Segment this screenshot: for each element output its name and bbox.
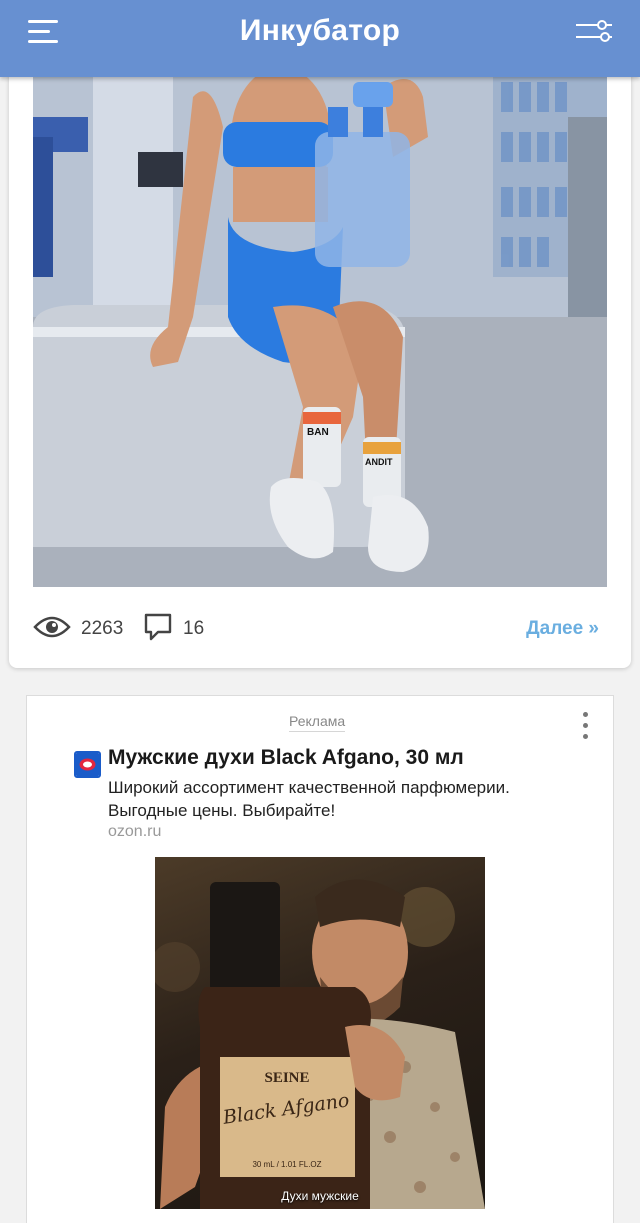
bottle-brand: SEINE bbox=[264, 1070, 309, 1086]
bottle-volume: 30 mL / 1.01 FL.OZ bbox=[252, 1160, 321, 1169]
filter-icon[interactable] bbox=[572, 17, 616, 47]
views-count: 2263 bbox=[81, 618, 124, 639]
ozon-favicon-icon bbox=[74, 751, 101, 778]
post-stats: 2263 16 Далее » bbox=[33, 611, 607, 647]
eye-icon bbox=[33, 615, 71, 644]
post-image[interactable]: 1530172 BAN ANDIT bbox=[33, 77, 607, 587]
sock-text-right: ANDIT bbox=[365, 457, 393, 467]
comment-icon[interactable] bbox=[143, 612, 173, 647]
more-vertical-icon[interactable] bbox=[581, 710, 591, 742]
more-link[interactable]: Далее » bbox=[526, 618, 599, 640]
comments-stat[interactable]: 16 bbox=[143, 611, 204, 647]
views-stat: 2263 bbox=[33, 611, 123, 647]
ad-image[interactable]: SEINE Black Afgano 30 mL / 1.01 FL.OZ Ду… bbox=[155, 857, 485, 1209]
sock-text-left: BAN bbox=[307, 427, 329, 438]
ad-title[interactable]: Мужские духи Black Afgano, 30 мл bbox=[108, 746, 464, 770]
comments-count: 16 bbox=[183, 618, 205, 639]
ad-image-caption: Духи мужские bbox=[281, 1189, 359, 1203]
app-header: Инкубатор bbox=[0, 0, 640, 77]
ad-description: Широкий ассортимент качественной парфюме… bbox=[108, 778, 510, 820]
page-title: Инкубатор bbox=[239, 14, 401, 47]
ad-block: Реклама Мужские духи Black Afgano, 30 мл… bbox=[26, 695, 614, 1223]
ad-label: Реклама bbox=[289, 713, 346, 732]
post-card: 1530172 BAN ANDIT 2263 16 Далее bbox=[9, 40, 631, 668]
ad-domain[interactable]: ozon.ru bbox=[108, 823, 161, 841]
